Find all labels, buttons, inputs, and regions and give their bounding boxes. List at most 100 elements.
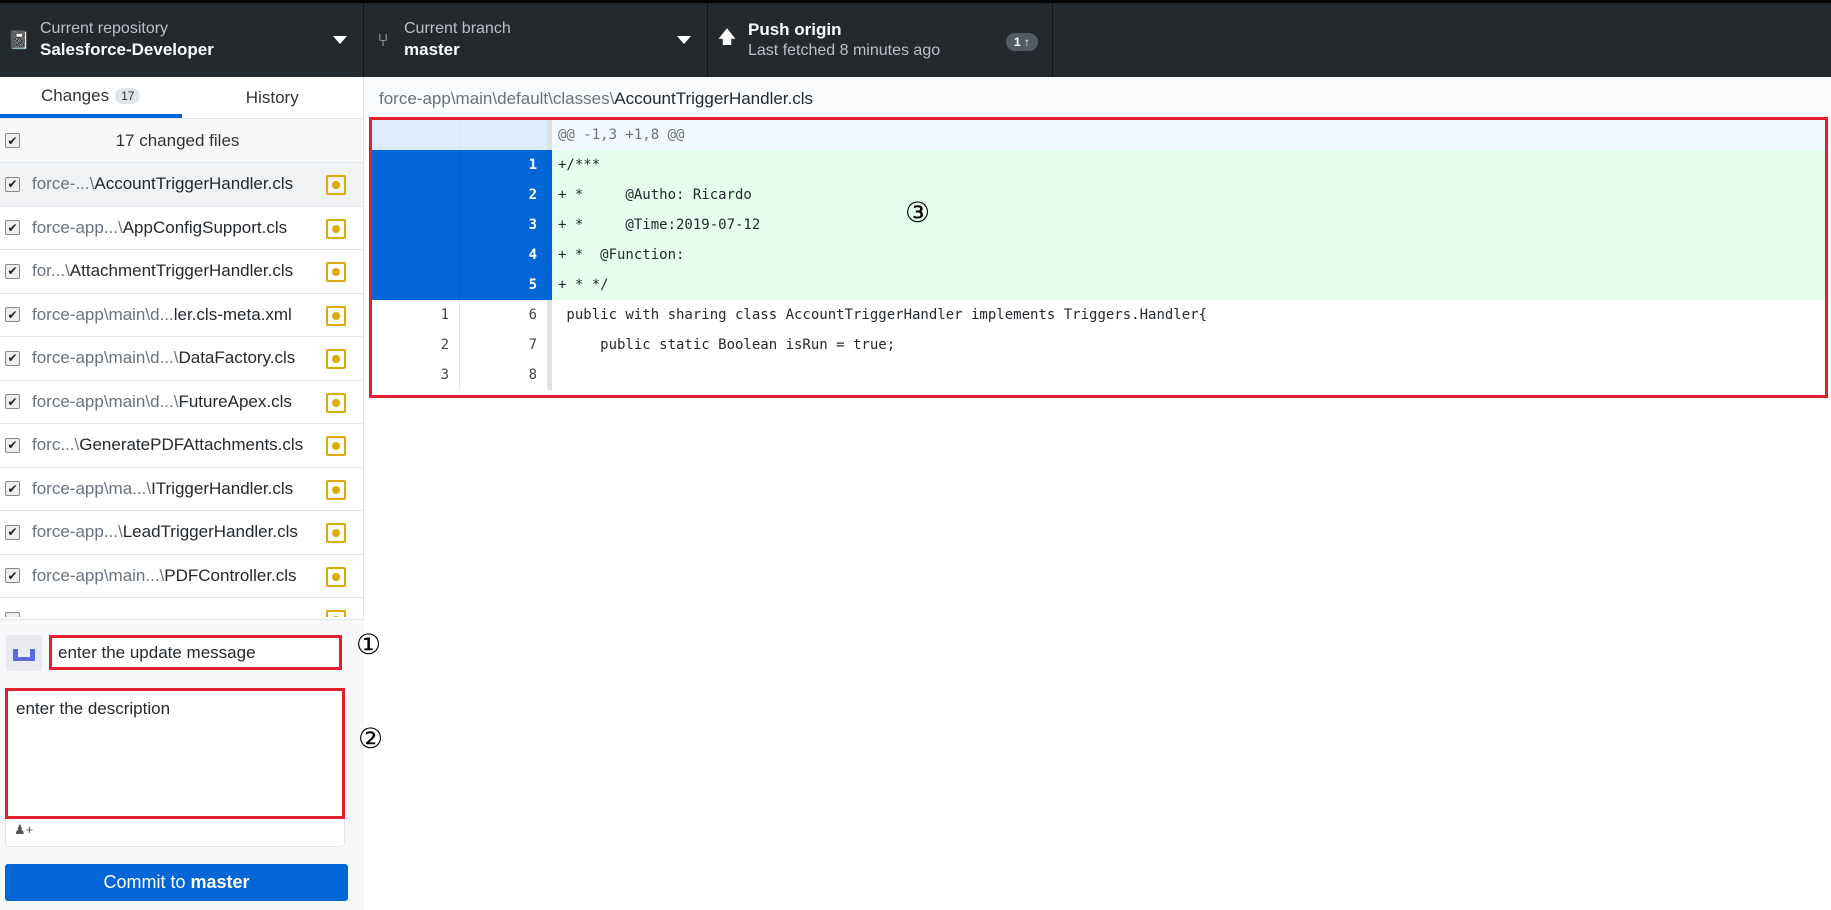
commit-button[interactable]: Commit to master: [5, 864, 348, 901]
file-checkbox[interactable]: ✔: [5, 524, 20, 540]
file-checkbox[interactable]: ✔: [5, 350, 20, 366]
branch-name: master: [404, 40, 460, 59]
file-list-item[interactable]: ✔ force-...\AccountTriggerHandler.cls: [0, 163, 363, 207]
changed-files-count: 17 changed files: [115, 130, 240, 150]
repo-name: Salesforce-Developer: [40, 40, 214, 59]
diff-line-code: + * @Time:2019-07-12: [548, 210, 1825, 240]
modified-icon: [326, 262, 346, 282]
path-dir: force-app\main\default\classes\: [379, 89, 615, 108]
tab-label: Changes: [41, 85, 110, 105]
file-list-item[interactable]: ✔ force-app\main\d...\DataFactory.cls: [0, 337, 363, 381]
old-line-number: 2: [372, 330, 460, 360]
modified-icon: [326, 175, 346, 195]
old-line-number: [372, 180, 460, 210]
file-path: force-app\ma...\ITriggerHandler.cls: [32, 478, 294, 498]
new-line-number: 8: [460, 360, 548, 390]
commit-description-input[interactable]: enter the description: [5, 688, 345, 819]
add-coauthor-icon[interactable]: ♟+: [14, 822, 33, 837]
file-checkbox[interactable]: ✔: [5, 307, 20, 323]
select-all-row: ✔ 17 changed files: [0, 119, 363, 163]
file-checkbox[interactable]: ✔: [5, 481, 20, 497]
modified-icon: [326, 218, 346, 239]
modified-icon: [326, 566, 346, 587]
old-line-number: [372, 120, 460, 150]
file-checkbox[interactable]: [5, 611, 20, 617]
diff-line[interactable]: 3 + * @Time:2019-07-12: [372, 210, 1825, 240]
app-toolbar: 📓 Current repository Salesforce-Developer…: [0, 0, 1831, 77]
changed-files-list: ✔ force-...\AccountTriggerHandler.cls ✔ for…: [0, 163, 363, 617]
tab-changes[interactable]: Changes 17: [0, 77, 182, 118]
old-line-number: [372, 150, 460, 180]
file-list-item[interactable]: ✔ force-app\main\d...ler.cls-meta.xml: [0, 294, 363, 337]
diff-line-code: public with sharing class AccountTrigger…: [548, 300, 1825, 330]
push-origin-button[interactable]: 🡅 Push origin Last fetched 8 minutes ago …: [708, 3, 1053, 77]
file-list-item[interactable]: ✔ for...\AttachmentTriggerHandler.cls: [0, 250, 363, 294]
branch-label: Current branch: [404, 20, 511, 37]
diff-line[interactable]: 4 + * @Function:: [372, 240, 1825, 270]
new-line-number: [460, 120, 548, 150]
file-list-item[interactable]: ✔ force-app...\LeadTriggerHandler.cls: [0, 511, 363, 555]
new-line-number: 4: [460, 240, 548, 270]
new-line-number: 2: [460, 180, 548, 210]
modified-icon: [326, 349, 346, 369]
branch-icon: ⑂: [377, 29, 389, 50]
new-line-number: 3: [460, 210, 548, 240]
file-checkbox[interactable]: ✔: [5, 176, 20, 192]
file-checkbox[interactable]: ✔: [5, 437, 20, 453]
new-line-number: 5: [460, 270, 548, 300]
modified-icon: [326, 610, 346, 617]
commit-button-label: Commit to: [103, 872, 191, 892]
diff-line-code: +/***: [548, 150, 1825, 180]
file-path: forc...\GeneratePDFAttachments.cls: [32, 435, 304, 455]
diff-line[interactable]: @@ -1,3 +1,8 @@: [372, 120, 1825, 150]
select-all-checkbox[interactable]: ✔: [5, 133, 20, 148]
tab-history[interactable]: History: [182, 77, 364, 118]
diff-line[interactable]: 1 +/***: [372, 150, 1825, 180]
old-line-number: [372, 210, 460, 240]
diff-line-code: @@ -1,3 +1,8 @@: [548, 120, 1825, 150]
ahead-count-badge: 1 ↑: [1005, 33, 1038, 51]
diff-line[interactable]: 27 public static Boolean isRun = true;: [372, 330, 1825, 360]
file-list-item[interactable]: ✔ force-app...\AppConfigSupport.cls: [0, 207, 363, 250]
file-list-item[interactable]: ✔ force-app\ma...\ITriggerHandler.cls: [0, 468, 363, 511]
new-line-number: 6: [460, 300, 548, 330]
last-fetched: Last fetched 8 minutes ago: [748, 42, 941, 59]
file-path: force-app\main\d...\FutureApex.cls: [32, 391, 292, 411]
diff-line[interactable]: 38: [372, 360, 1825, 390]
file-checkbox[interactable]: ✔: [5, 220, 20, 236]
file-list-item[interactable]: ✔ force-app\main...\PDFController.cls: [0, 555, 363, 598]
annotation-3: ③: [905, 197, 931, 228]
annotation-2: ②: [358, 723, 384, 754]
push-label: Push origin: [748, 20, 842, 39]
modified-icon: [326, 523, 346, 543]
file-path: force-app...\AppConfigSupport.cls: [32, 217, 288, 237]
tab-label: History: [245, 87, 299, 107]
old-line-number: [372, 270, 460, 300]
repo-icon: 📓: [7, 29, 31, 50]
file-path: force-...\AccountTriggerHandler.cls: [32, 174, 294, 194]
file-checkbox[interactable]: ✔: [5, 394, 20, 410]
file-path: force-app\main\d...\DataFactory.cls: [32, 348, 296, 368]
old-line-number: 1: [372, 300, 460, 330]
file-checkbox[interactable]: ✔: [5, 263, 20, 279]
diff-line-code: public static Boolean isRun = true;: [548, 330, 1825, 360]
diff-line[interactable]: 5 + * */: [372, 270, 1825, 300]
modified-icon: [326, 392, 346, 413]
diff-line[interactable]: 2 + * @Autho: Ricardo: [372, 180, 1825, 210]
commit-panel: enter the description ♟+ Commit to maste…: [0, 619, 364, 910]
diff-line[interactable]: 16 public with sharing class AccountTrig…: [372, 300, 1825, 330]
file-list-item[interactable]: [0, 598, 363, 617]
diff-line-code: + * @Autho: Ricardo: [548, 180, 1825, 210]
file-path: force-app\main...\PDFController.cls: [32, 565, 297, 585]
file-list-item[interactable]: ✔ force-app\main\d...\FutureApex.cls: [0, 381, 363, 424]
commit-summary-input[interactable]: [49, 635, 342, 670]
current-repository-button[interactable]: 📓 Current repository Salesforce-Developer: [0, 3, 364, 77]
file-checkbox[interactable]: ✔: [5, 568, 20, 584]
file-path: force-app...\LeadTriggerHandler.cls: [32, 522, 298, 542]
file-list-item[interactable]: ✔ forc...\GeneratePDFAttachments.cls: [0, 424, 363, 468]
current-branch-button[interactable]: ⑂ Current branch master: [364, 3, 708, 77]
changes-count-badge: 17: [115, 87, 141, 104]
avatar: [6, 635, 42, 671]
diff-line-code: + * */: [548, 270, 1825, 300]
file-path: force-app\main\d...ler.cls-meta.xml: [32, 304, 292, 324]
